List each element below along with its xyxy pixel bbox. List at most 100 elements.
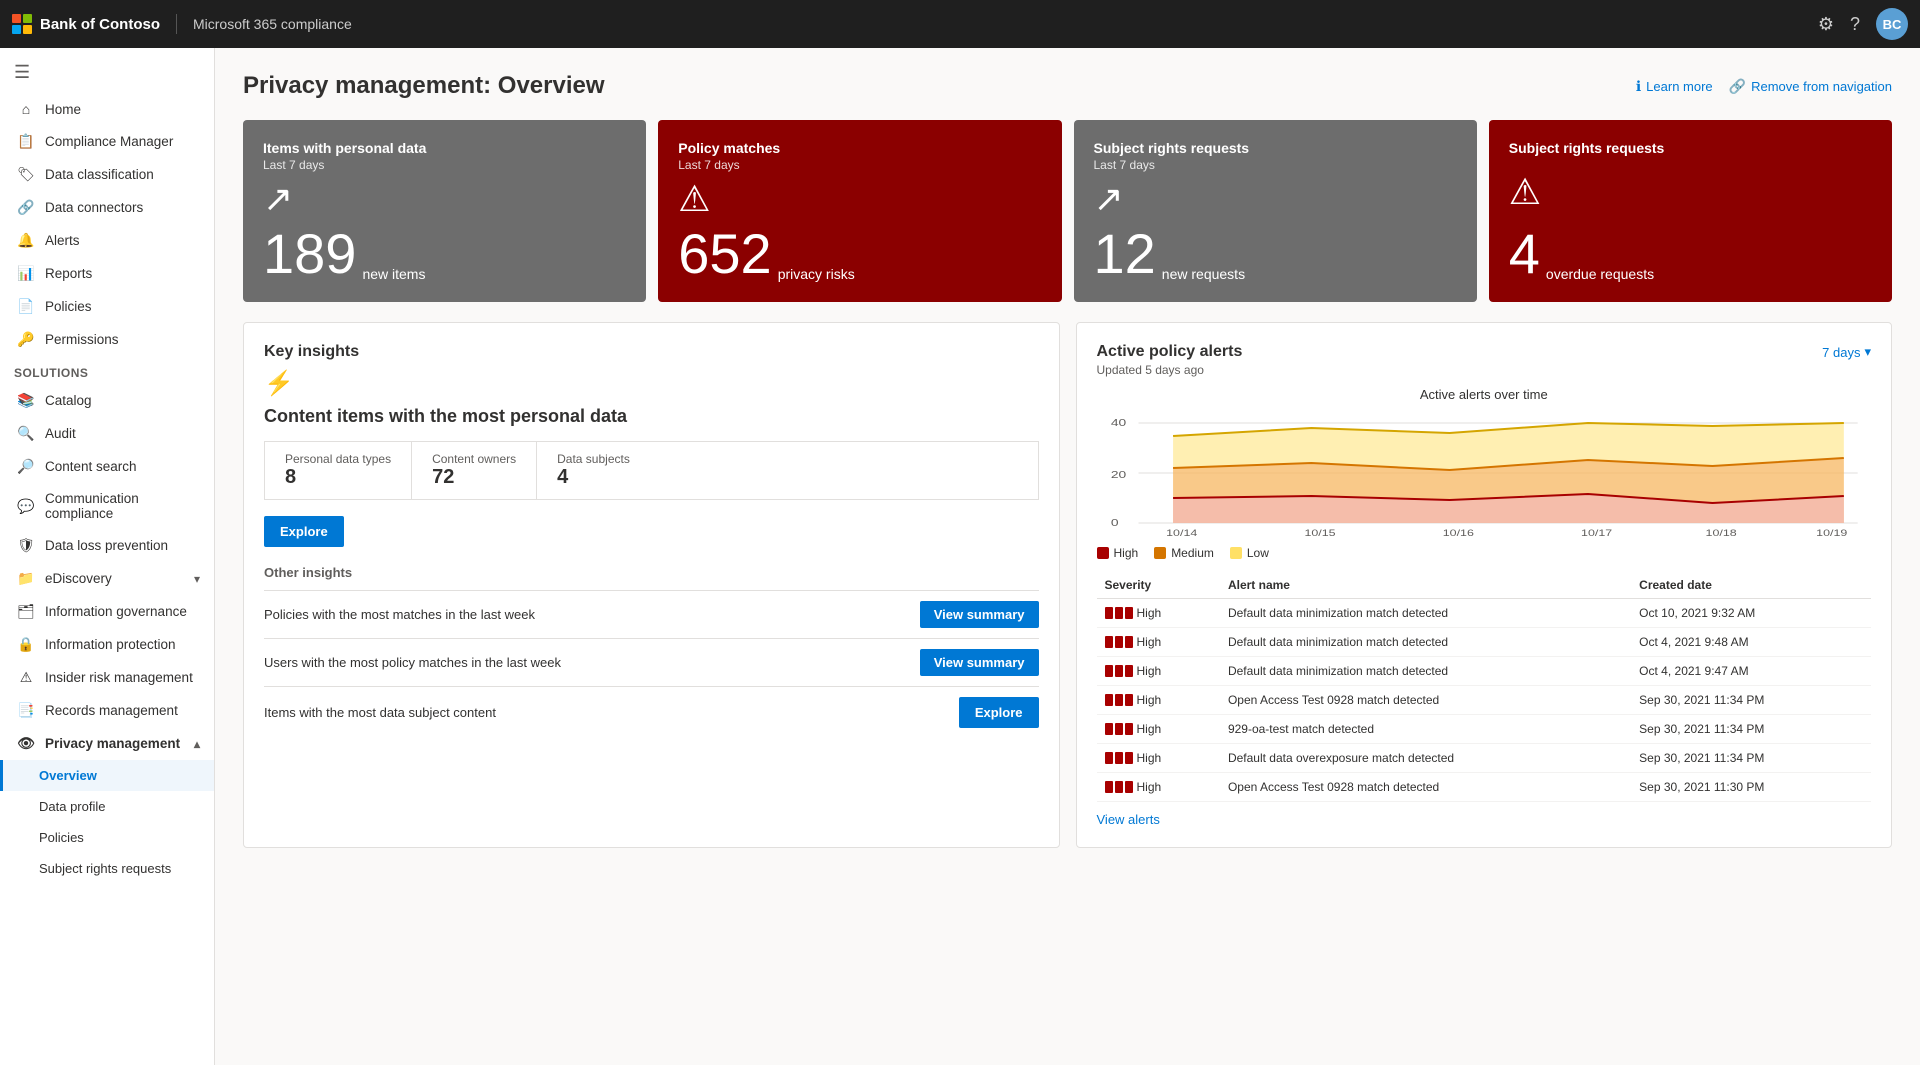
insight-row-label: Users with the most policy matches in th… [264,655,561,670]
sidebar-item-privacy-management[interactable]: 👁 Privacy management ▴ [0,727,214,760]
topbar: Bank of Contoso Microsoft 365 compliance… [0,0,1920,48]
sidebar-sub-item-data-profile[interactable]: Data profile [0,791,214,822]
summary-card-subject-rights-new[interactable]: Subject rights requests Last 7 days ↗ 12… [1074,120,1477,302]
two-col-section: Key insights ⚡ Content items with the mo… [243,322,1892,848]
cell-alert-name: Default data minimization match detected [1220,599,1631,628]
card-label: Policy matches [678,140,1041,156]
sidebar-item-label: Communication compliance [45,491,200,521]
sidebar-item-data-loss-prevention[interactable]: 🛡 Data loss prevention [0,529,214,562]
policies-icon: 📄 [17,298,35,315]
sidebar-item-catalog[interactable]: 📚 Catalog [0,384,214,417]
sev-bar-3 [1125,723,1133,735]
insight-row-1: Users with the most policy matches in th… [264,638,1039,686]
period-value: 7 days [1822,345,1860,360]
sidebar-item-label: Alerts [45,233,80,248]
bolt-icon: ⚡ [264,369,1039,398]
reports-icon: 📊 [17,265,35,282]
sidebar-item-ediscovery[interactable]: 📁 eDiscovery ▾ [0,562,214,595]
severity-label: High [1137,693,1162,707]
sev-bar-1 [1105,607,1113,619]
sidebar-item-alerts[interactable]: 🔔 Alerts [0,224,214,257]
help-icon[interactable]: ? [1850,14,1860,35]
insight-row-label: Items with the most data subject content [264,705,496,720]
sidebar-item-data-connectors[interactable]: 🔗 Data connectors [0,191,214,224]
summary-cards: Items with personal data Last 7 days ↗ 1… [243,120,1892,302]
sidebar-item-information-governance[interactable]: 🗂 Information governance [0,595,214,628]
avatar[interactable]: BC [1876,8,1908,40]
card-bottom: 189 new items [263,226,626,282]
sidebar-item-data-classification[interactable]: 🏷 Data classification [0,158,214,191]
remove-nav-link[interactable]: 🔗 Remove from navigation [1729,78,1892,95]
sidebar-item-permissions[interactable]: 🔑 Permissions [0,323,214,356]
legend-dot-low [1230,547,1242,559]
explore-button[interactable]: Explore [264,516,344,547]
explore-btn-row2[interactable]: Explore [959,697,1039,728]
solutions-section-label: Solutions [0,356,214,384]
view-summary-btn-1[interactable]: View summary [920,649,1039,676]
sidebar-toggle[interactable]: ☰ [0,52,214,93]
summary-card-items-personal-data[interactable]: Items with personal data Last 7 days ↗ 1… [243,120,646,302]
legend-label-low: Low [1247,546,1269,560]
sidebar-sub-item-policies[interactable]: Policies [0,822,214,853]
cell-alert-name: Default data minimization match detected [1220,657,1631,686]
card-desc: new items [362,266,425,282]
view-alerts-link[interactable]: View alerts [1097,812,1160,827]
table-row: High Open Access Test 0928 match detecte… [1097,773,1872,802]
settings-icon[interactable]: ⚙ [1818,14,1834,35]
insight-title: Content items with the most personal dat… [264,406,1039,427]
sidebar-sub-item-subject-rights[interactable]: Subject rights requests [0,853,214,884]
svg-text:10/18: 10/18 [1705,529,1736,538]
insider-risk-icon: ⚠ [17,669,35,686]
card-arrow-icon: ↗ [1094,178,1457,220]
sidebar-item-records-management[interactable]: 📑 Records management [0,694,214,727]
information-governance-icon: 🗂 [17,603,35,620]
main-area: Privacy management: Overview ℹ Learn mor… [215,48,1920,1065]
cell-created-date: Sep 30, 2021 11:34 PM [1631,744,1871,773]
sidebar-item-label: Home [45,102,81,117]
severity-bars [1105,607,1133,619]
topbar-divider [176,14,177,34]
metric-label: Personal data types [285,452,391,466]
sub-item-label: Overview [39,768,97,783]
sidebar-item-insider-risk[interactable]: ⚠ Insider risk management [0,661,214,694]
sidebar-item-compliance-manager[interactable]: 📋 Compliance Manager [0,125,214,158]
sidebar-item-policies[interactable]: 📄 Policies [0,290,214,323]
chart-title: Active alerts over time [1097,387,1872,402]
sev-bar-3 [1125,752,1133,764]
ms-logo-squares [12,14,32,34]
cell-created-date: Sep 30, 2021 11:34 PM [1631,715,1871,744]
card-warning-icon: ⚠ [678,178,1041,220]
other-insights-title: Other insights [264,565,1039,580]
sidebar-item-content-search[interactable]: 🔎 Content search [0,450,214,483]
severity-bars [1105,636,1133,648]
permissions-icon: 🔑 [17,331,35,348]
th-severity: Severity [1097,572,1220,599]
legend-dot-high [1097,547,1109,559]
card-bottom: 12 new requests [1094,226,1457,282]
card-number: 12 [1094,226,1156,282]
sidebar-item-label: Privacy management [45,736,180,751]
sidebar-item-reports[interactable]: 📊 Reports [0,257,214,290]
insight-block: ⚡ Content items with the most personal d… [264,369,1039,547]
severity-bars [1105,694,1133,706]
data-connectors-icon: 🔗 [17,199,35,216]
summary-card-subject-rights-overdue[interactable]: Subject rights requests ⚠ 4 overdue requ… [1489,120,1892,302]
information-protection-icon: 🔒 [17,636,35,653]
alerts-period-selector[interactable]: 7 days ▾ [1822,344,1871,360]
sidebar-item-information-protection[interactable]: 🔒 Information protection [0,628,214,661]
summary-card-policy-matches[interactable]: Policy matches Last 7 days ⚠ 652 privacy… [658,120,1061,302]
sidebar-item-label: Insider risk management [45,670,193,685]
sidebar-item-label: Records management [45,703,178,718]
card-desc: new requests [1162,266,1245,282]
chart-legend: High Medium Low [1097,546,1872,560]
sidebar-item-label: Data connectors [45,200,143,215]
sidebar-item-communication-compliance[interactable]: 💬 Communication compliance [0,483,214,529]
card-desc: privacy risks [778,266,855,282]
sidebar-item-audit[interactable]: 🔍 Audit [0,417,214,450]
learn-more-link[interactable]: ℹ Learn more [1636,78,1713,95]
sidebar-sub-item-overview[interactable]: Overview [0,760,214,791]
sidebar-item-home[interactable]: ⌂ Home [0,93,214,125]
view-summary-btn-0[interactable]: View summary [920,601,1039,628]
period-chevron: ▾ [1864,344,1871,360]
cell-alert-name: Default data overexposure match detected [1220,744,1631,773]
